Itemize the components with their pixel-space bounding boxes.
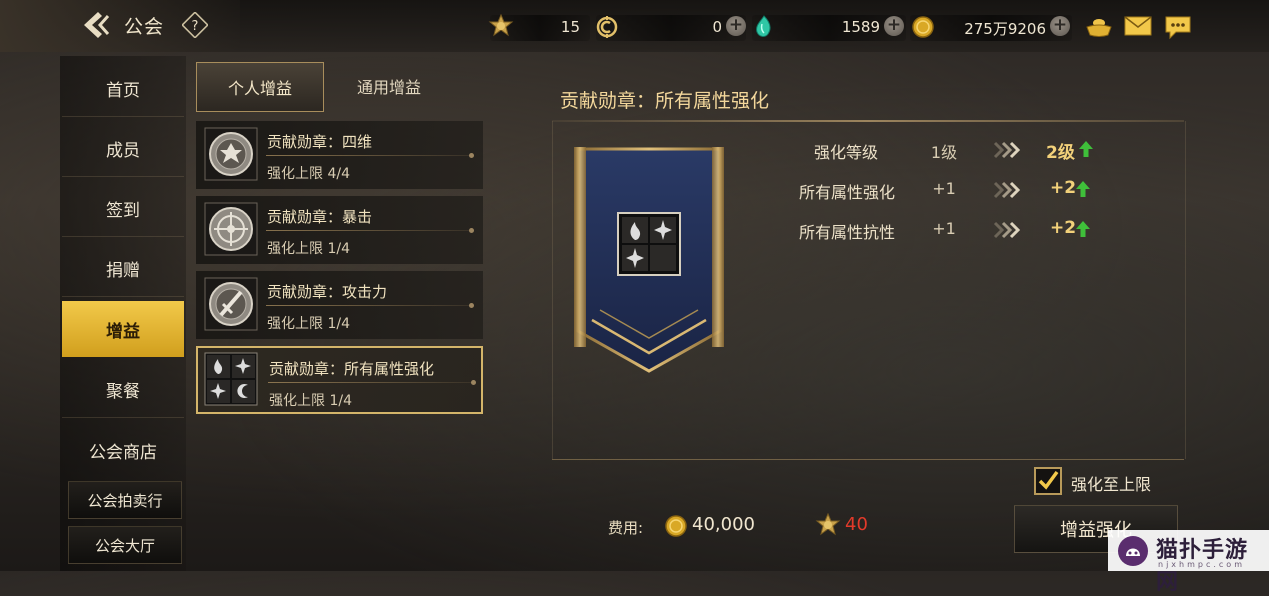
guild-coin-count: 0 — [712, 18, 722, 36]
nav-item-guild-hall[interactable]: 公会大厅 — [68, 526, 182, 564]
buff-item-attack[interactable]: 贡献勋章：攻击力 强化上限 1/4 — [196, 271, 483, 339]
stat-label-all-enhance: 所有属性强化 — [798, 183, 895, 202]
buff-item-four-stats[interactable]: 贡献勋章：四维 强化上限 4/4 — [196, 121, 483, 189]
nav-item-buff[interactable]: 增益 — [62, 301, 184, 357]
buff-item-limit: 强化上限 1/4 — [267, 316, 350, 332]
stat-label-level: 强化等级 — [813, 143, 878, 162]
stat-next-level: 2级 — [1046, 143, 1075, 163]
medal-icon — [815, 513, 841, 536]
arrow-chevrons-icon — [993, 221, 1021, 239]
ingot-icon[interactable] — [1084, 13, 1114, 41]
mail-icon[interactable] — [1124, 15, 1152, 37]
nav-item-home[interactable]: 首页 — [62, 60, 184, 117]
stat-current-all-resist: +1 — [932, 219, 956, 238]
arrow-chevrons-icon — [993, 181, 1021, 199]
cost-gold-amount: 40,000 — [692, 514, 755, 535]
gold-coin-icon — [665, 515, 687, 537]
buff-item-limit: 强化上限 4/4 — [267, 166, 350, 182]
stat-current-level: 1级 — [930, 143, 958, 162]
chat-icon[interactable] — [1164, 14, 1192, 40]
all-element-medal-icon — [204, 352, 258, 406]
nav-item-feast[interactable]: 聚餐 — [62, 361, 184, 418]
divider — [268, 380, 476, 385]
page-title: 公会 — [124, 16, 165, 38]
nav-item-checkin[interactable]: 签到 — [62, 180, 184, 237]
cost-label: 费用: — [608, 519, 644, 537]
max-enhance-label[interactable]: 强化至上限 — [1071, 471, 1151, 495]
stat-label-all-resist: 所有属性抗性 — [798, 223, 895, 242]
gem-icon — [756, 15, 771, 37]
gem-count: 1589 — [841, 18, 880, 36]
stat-next-all-resist: +2 — [1050, 218, 1077, 238]
divider — [266, 153, 474, 158]
buff-item-title: 贡献勋章：攻击力 — [267, 283, 388, 301]
buff-item-all-attributes[interactable]: 贡献勋章：所有属性强化 强化上限 1/4 — [196, 346, 483, 414]
buff-item-limit: 强化上限 1/4 — [269, 393, 352, 409]
divider — [266, 303, 474, 308]
up-arrow-icon — [1079, 141, 1093, 157]
divider — [552, 459, 1184, 460]
tab-general-buff[interactable]: 通用增益 — [326, 62, 452, 110]
nav-item-donate[interactable]: 捐赠 — [62, 240, 184, 297]
cost-medal-amount: 40 — [845, 514, 868, 535]
help-icon[interactable]: ? — [182, 12, 208, 38]
medal-icon — [488, 14, 514, 37]
stat-current-all-enhance: +1 — [932, 179, 956, 198]
attack-medal-icon — [204, 277, 258, 331]
back-arrow-icon[interactable] — [78, 8, 114, 42]
divider — [266, 228, 474, 233]
up-arrow-icon — [1076, 181, 1090, 197]
banner-emblem — [574, 147, 724, 373]
medal-count: 15 — [560, 18, 580, 36]
max-enhance-checkbox[interactable] — [1034, 467, 1062, 495]
stat-next-all-enhance: +2 — [1050, 178, 1077, 198]
arrow-chevrons-icon — [993, 141, 1021, 159]
up-arrow-icon — [1076, 221, 1090, 237]
gold-plus-button[interactable]: + — [1050, 16, 1070, 36]
guild-coin-icon — [596, 16, 618, 38]
nav-item-guild-shop[interactable]: 公会商店 — [62, 422, 184, 478]
tab-personal-buff[interactable]: 个人增益 — [196, 62, 324, 112]
gold-count: 275万9206 — [964, 20, 1046, 38]
four-stats-medal-icon — [204, 127, 258, 181]
buff-item-crit[interactable]: 贡献勋章：暴击 强化上限 1/4 — [196, 196, 483, 264]
gold-coin-icon — [912, 16, 934, 38]
nav-item-auction[interactable]: 公会拍卖行 — [68, 481, 182, 519]
nav-item-members[interactable]: 成员 — [62, 120, 184, 177]
watermark-url: njxhmpc.com — [1158, 560, 1245, 569]
guild-coin-plus-button[interactable]: + — [726, 16, 746, 36]
svg-text:?: ? — [192, 19, 199, 34]
buff-item-title: 贡献勋章：所有属性强化 — [269, 360, 435, 378]
buff-item-title: 贡献勋章：暴击 — [267, 208, 373, 226]
gem-plus-button[interactable]: + — [884, 16, 904, 36]
crit-medal-icon — [204, 202, 258, 256]
buff-item-title: 贡献勋章：四维 — [267, 133, 373, 151]
buff-item-limit: 强化上限 1/4 — [267, 241, 350, 257]
watermark-logo-icon — [1118, 536, 1148, 566]
detail-title: 贡献勋章：所有属性强化 — [560, 90, 770, 112]
